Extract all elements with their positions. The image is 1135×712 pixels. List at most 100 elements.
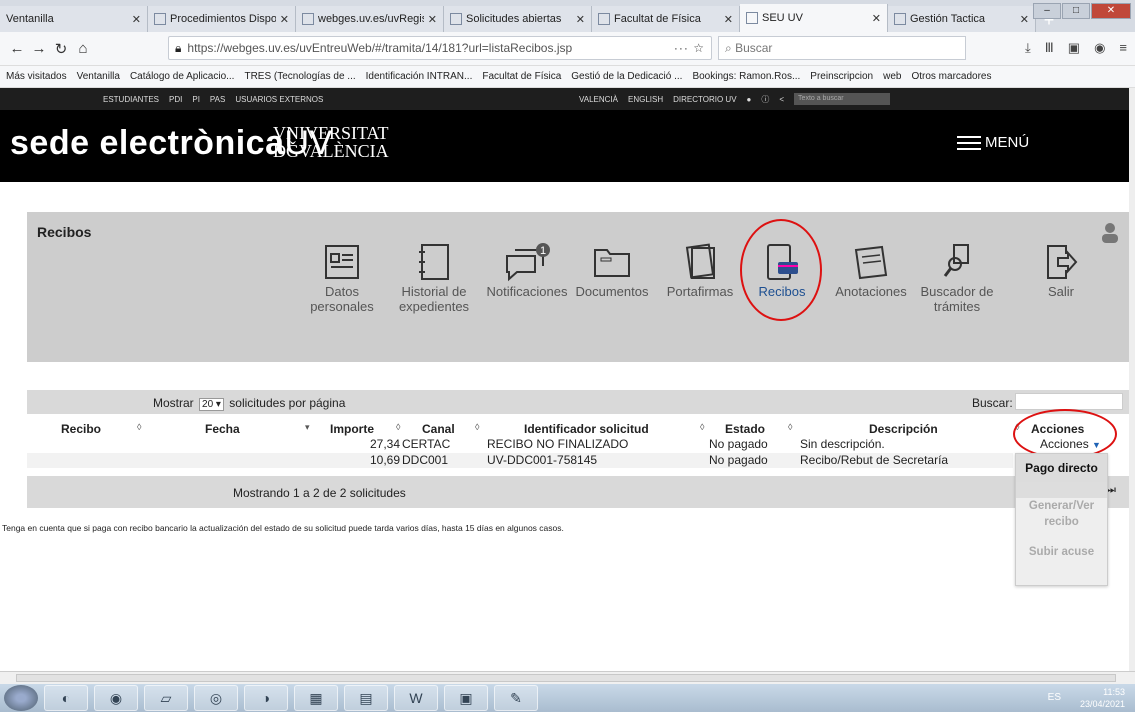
menu-item-pago-directo[interactable]: Pago directo — [1016, 454, 1107, 482]
tab-gestion[interactable]: Gestión Tactica ✕ — [888, 6, 1036, 32]
sort-icon[interactable]: ◊ — [396, 422, 400, 432]
menu-button[interactable]: MENÚ — [957, 134, 1029, 151]
column-header-estado[interactable]: Estado — [725, 422, 765, 436]
url-bar[interactable]: 🔒︎ https://webges.uv.es/uvEntreuWeb/#/tr… — [168, 36, 712, 60]
column-header-canal[interactable]: Canal — [422, 422, 455, 436]
close-icon[interactable]: ✕ — [132, 13, 141, 26]
menu-icon[interactable]: ≡ — [1119, 40, 1127, 56]
browser-search[interactable]: ⌕ Buscar — [718, 36, 966, 60]
forward-icon[interactable]: → — [28, 40, 50, 57]
taskbar-chrome-icon[interactable]: ◑ — [244, 685, 288, 711]
top-link[interactable]: DIRECTORIO UV — [673, 95, 736, 104]
taskbar-word-icon[interactable]: W — [394, 685, 438, 711]
column-header-fecha[interactable]: Fecha — [205, 422, 240, 436]
close-icon[interactable]: ✕ — [872, 12, 881, 25]
start-button[interactable] — [4, 685, 38, 711]
taskbar-app-icon[interactable]: ◉ — [94, 685, 138, 711]
search-label: Buscar: — [972, 396, 1013, 410]
vertical-scrollbar[interactable] — [1129, 88, 1135, 671]
close-icon[interactable]: ✕ — [576, 13, 585, 26]
nav-datos-personales[interactable]: Datos personales — [297, 242, 387, 314]
page-size-select[interactable]: 20 ▾ — [199, 398, 224, 411]
top-link[interactable]: ESTUDIANTES — [103, 95, 159, 104]
cell-importe: 10,69 — [370, 453, 401, 467]
library-icon[interactable]: Ⅲ — [1045, 40, 1054, 56]
close-icon[interactable]: ✕ — [724, 13, 733, 26]
search-document-icon — [943, 244, 969, 277]
nav-salir[interactable]: Salir — [1016, 242, 1106, 299]
tab-webges[interactable]: webges.uv.es/uvRegist ✕ — [296, 6, 444, 32]
more-icon[interactable]: ··· ☆ — [674, 41, 705, 55]
taskbar-calculator-icon[interactable]: ▦ — [294, 685, 338, 711]
sort-desc-icon[interactable]: ▾ — [305, 422, 310, 433]
sidebar-icon[interactable]: ▣ — [1068, 40, 1080, 56]
bookmark-item[interactable]: Facultat de Física — [482, 71, 561, 82]
scroll-thumb[interactable] — [16, 674, 1116, 682]
tab-procedimientos[interactable]: Procedimientos Dispo ✕ — [148, 6, 296, 32]
nav-notificaciones[interactable]: 1 Notificaciones — [482, 242, 572, 299]
top-link[interactable]: VALENCIÀ — [579, 95, 618, 104]
maximize-button[interactable]: □ — [1062, 3, 1090, 19]
top-link[interactable]: PDI — [169, 95, 182, 104]
bookmark-item[interactable]: Ventanilla — [77, 71, 120, 82]
home-icon[interactable]: ⌂ — [72, 40, 94, 57]
bookmark-item[interactable]: Gestió de la Dedicació ... — [571, 71, 682, 82]
taskbar-app-icon[interactable]: ✎ — [494, 685, 538, 711]
download-icon[interactable]: ⤓ — [1025, 40, 1031, 56]
close-icon[interactable]: ✕ — [280, 13, 289, 26]
top-link[interactable]: PI — [192, 95, 200, 104]
uv-search-input[interactable]: Texto a buscar — [794, 93, 891, 105]
bookmark-item[interactable]: TRES (Tecnologías de ... — [244, 71, 355, 82]
bookmark-item[interactable]: Identificación INTRAN... — [366, 71, 473, 82]
taskbar-explorer-icon[interactable]: ▤ — [344, 685, 388, 711]
reload-icon[interactable]: ↻ — [50, 40, 72, 58]
back-icon[interactable]: ← — [6, 40, 28, 57]
top-link[interactable]: ENGLISH — [628, 95, 663, 104]
close-window-button[interactable]: ✕ — [1091, 3, 1131, 19]
tab-solicitudes[interactable]: Solicitudes abiertas ✕ — [444, 6, 592, 32]
column-header-descripcion[interactable]: Descripción — [869, 422, 938, 436]
user-icon[interactable] — [1101, 222, 1119, 244]
university-logo[interactable]: VNIVERSITAT DǦVALÈNCIA — [273, 124, 389, 160]
column-header-importe[interactable]: Importe — [330, 422, 374, 436]
menu-item-subir-acuse[interactable]: Subir acuse — [1016, 546, 1107, 558]
nav-anotaciones[interactable]: Anotaciones — [826, 242, 916, 299]
bookmark-item[interactable]: Bookings: Ramon.Ros... — [692, 71, 800, 82]
menu-item-generar-recibo[interactable]: Generar/Ver recibo — [1016, 498, 1107, 530]
tab-facultat[interactable]: Facultat de Física ✕ — [592, 6, 740, 32]
tab-ventanilla[interactable]: Ventanilla ✕ — [0, 6, 148, 32]
account-icon[interactable]: ◉ — [1094, 40, 1105, 56]
taskbar-firefox-icon[interactable]: ◎ — [194, 685, 238, 711]
sort-icon[interactable]: ◊ — [475, 422, 479, 432]
nav-buscador[interactable]: Buscador de trámites — [912, 242, 1002, 314]
bookmark-item[interactable]: Otros marcadores — [911, 71, 991, 82]
bookmark-item[interactable]: Preinscripcion — [810, 71, 873, 82]
horizontal-scrollbar[interactable] — [0, 671, 1135, 684]
taskbar-app-icon[interactable]: ▣ — [444, 685, 488, 711]
column-header-recibo[interactable]: Recibo — [61, 422, 101, 436]
nav-historial[interactable]: Historial de expedientes — [389, 242, 479, 314]
sort-icon[interactable]: ◊ — [700, 422, 704, 432]
share-icon[interactable]: < — [779, 95, 784, 104]
taskbar-app-icon[interactable]: ◐ — [44, 685, 88, 711]
tab-seu-uv[interactable]: SEU UV ✕ — [740, 4, 888, 32]
info-icon[interactable]: ⓘ — [761, 94, 769, 105]
nav-label: Historial de expedientes — [398, 284, 470, 314]
close-icon[interactable]: ✕ — [1020, 13, 1029, 26]
language-indicator[interactable]: ES — [1048, 692, 1061, 704]
table-search-input[interactable] — [1015, 393, 1123, 410]
taskbar-app-icon[interactable]: ▱ — [144, 685, 188, 711]
bookmark-item[interactable]: Más visitados — [6, 71, 67, 82]
sort-icon[interactable]: ◊ — [137, 422, 141, 432]
nav-documentos[interactable]: Documentos — [567, 242, 657, 299]
bookmark-item[interactable]: web — [883, 71, 901, 82]
minimize-button[interactable]: – — [1033, 3, 1061, 19]
nav-portafirmas[interactable]: Portafirmas — [655, 242, 745, 299]
column-header-identificador[interactable]: Identificador solicitud — [524, 422, 649, 436]
bookmark-item[interactable]: Catálogo de Aplicacio... — [130, 71, 235, 82]
close-icon[interactable]: ✕ — [428, 13, 437, 26]
top-link[interactable]: USUARIOS EXTERNOS — [235, 95, 323, 104]
sort-icon[interactable]: ◊ — [788, 422, 792, 432]
top-link[interactable]: PAS — [210, 95, 225, 104]
user-icon[interactable]: ● — [747, 95, 752, 104]
